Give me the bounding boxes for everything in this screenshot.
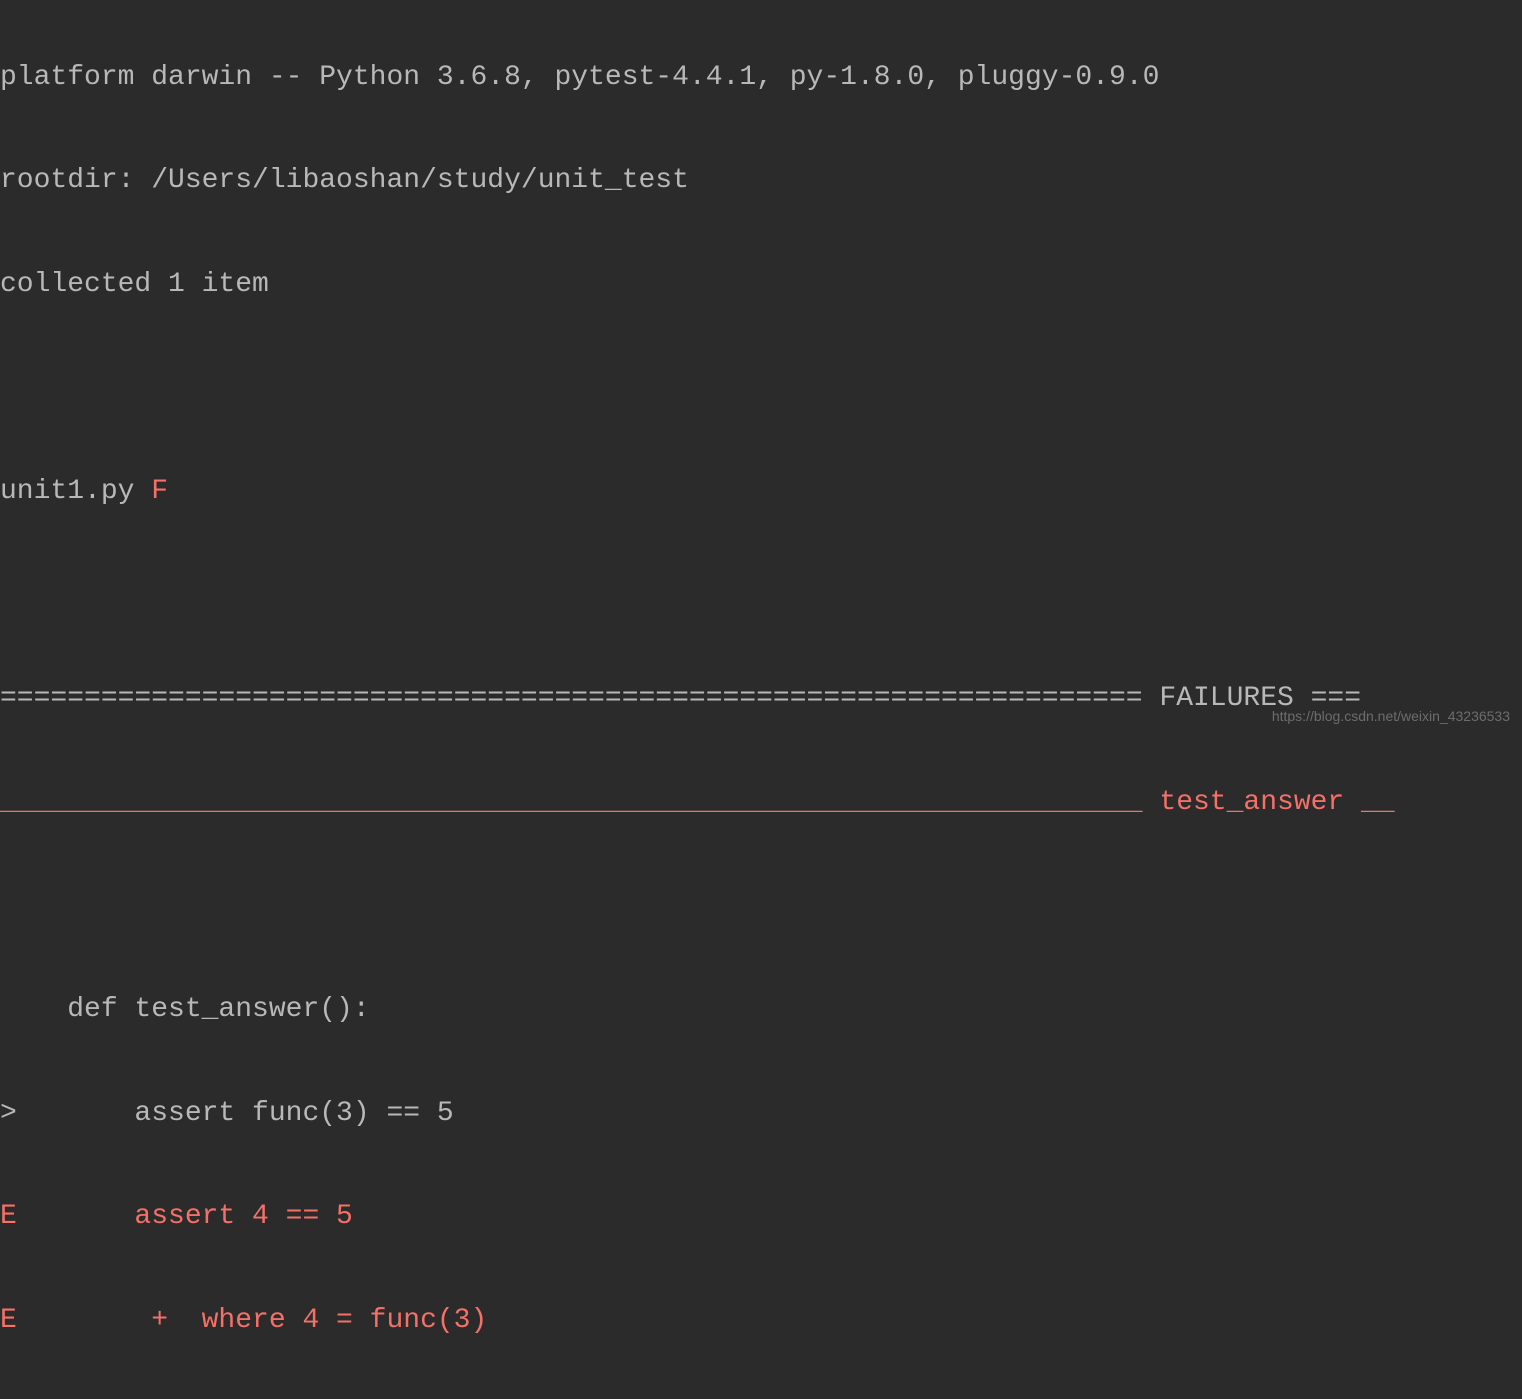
- fail-status: F: [151, 476, 168, 507]
- code-assert-line: > assert func(3) == 5: [0, 1088, 1522, 1140]
- test-separator-prefix: ________________________________________…: [0, 787, 1159, 818]
- code-def-line: def test_answer():: [0, 984, 1522, 1036]
- test-name: test_answer: [1159, 787, 1344, 818]
- rootdir-info: rootdir: /Users/libaoshan/study/unit_tes…: [0, 155, 1522, 207]
- blank-line: [0, 881, 1522, 933]
- watermark: https://blog.csdn.net/weixin_43236533: [1272, 704, 1510, 730]
- blank-line: [0, 570, 1522, 622]
- test-separator-suffix: __: [1344, 787, 1394, 818]
- test-file-result: unit1.py F: [0, 466, 1522, 518]
- platform-info: platform darwin -- Python 3.6.8, pytest-…: [0, 52, 1522, 104]
- blank-line: [0, 363, 1522, 415]
- collected-info: collected 1 item: [0, 259, 1522, 311]
- separator-prefix: ========================================…: [0, 683, 1159, 714]
- test-separator: ________________________________________…: [0, 777, 1522, 829]
- terminal-output: platform darwin -- Python 3.6.8, pytest-…: [0, 0, 1522, 1399]
- error-line-2: E + where 4 = func(3): [0, 1295, 1522, 1347]
- file-name: unit1.py: [0, 476, 151, 507]
- error-line-1: E assert 4 == 5: [0, 1191, 1522, 1243]
